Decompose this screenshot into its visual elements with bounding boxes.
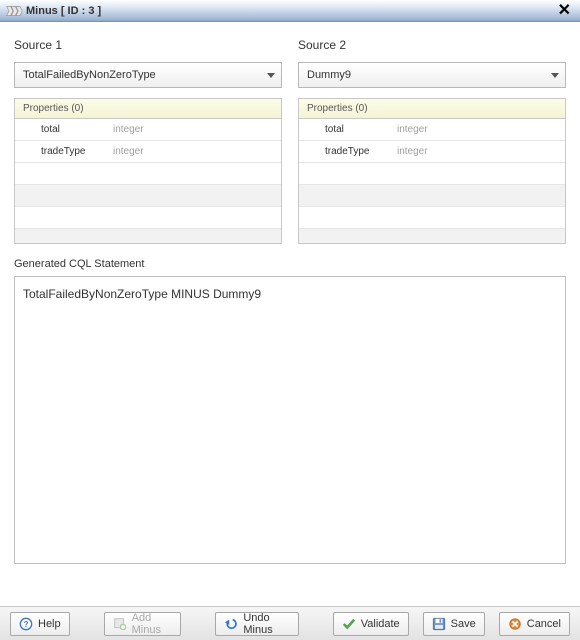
add-minus-label: Add Minus (132, 612, 173, 636)
cancel-icon (508, 617, 522, 631)
source-1-column: Source 1 TotalFailedByNonZeroType Proper… (14, 38, 282, 244)
property-row-empty: .. (15, 207, 281, 229)
source-1-properties: Properties (0) total integer tradeType i… (14, 98, 282, 244)
undo-minus-label: Undo Minus (243, 612, 289, 636)
source-1-dropdown[interactable]: TotalFailedByNonZeroType (14, 62, 282, 88)
titlebar: Minus [ ID : 3 ] ✕ (0, 0, 580, 22)
source-2-label: Source 2 (298, 38, 566, 52)
chevron-down-icon (267, 73, 275, 78)
source-2-column: Source 2 Dummy9 Properties (0) total int… (298, 38, 566, 244)
window-title: Minus [ ID : 3 ] (26, 5, 101, 17)
undo-icon (224, 617, 238, 631)
property-type: integer (113, 146, 144, 157)
help-icon: ? (19, 617, 33, 631)
source-2-dropdown[interactable]: Dummy9 (298, 62, 566, 88)
help-label: Help (38, 618, 61, 630)
property-type: integer (397, 146, 428, 157)
chevron-down-icon (551, 73, 559, 78)
save-icon (432, 617, 446, 631)
property-row: tradeType integer (15, 141, 281, 163)
property-row-empty: .. (15, 163, 281, 185)
undo-minus-button[interactable]: Undo Minus (215, 612, 298, 636)
property-name: tradeType (41, 146, 113, 157)
footer-toolbar: ? Help Add Minus Undo Minus Validate Sav… (0, 606, 580, 640)
source-2-properties: Properties (0) total integer tradeType i… (298, 98, 566, 244)
help-button[interactable]: ? Help (10, 612, 70, 636)
property-row: tradeType integer (299, 141, 565, 163)
property-row-empty: .. (299, 229, 565, 243)
property-row-empty: .. (299, 185, 565, 207)
generated-cql-label: Generated CQL Statement (14, 258, 566, 270)
property-row-empty: .. (15, 185, 281, 207)
generated-cql-box[interactable]: TotalFailedByNonZeroType MINUS Dummy9 (14, 276, 566, 564)
property-type: integer (113, 124, 144, 135)
source-1-properties-header: Properties (0) (15, 99, 281, 119)
property-row-empty: .. (299, 207, 565, 229)
validate-label: Validate (361, 618, 400, 630)
validate-button[interactable]: Validate (333, 612, 409, 636)
property-name: total (325, 124, 397, 135)
save-button[interactable]: Save (423, 612, 485, 636)
source-2-selected: Dummy9 (307, 69, 545, 81)
cancel-label: Cancel (527, 618, 561, 630)
add-icon (113, 617, 127, 631)
svg-text:?: ? (24, 620, 29, 629)
property-row-empty: .. (15, 229, 281, 243)
add-minus-button: Add Minus (104, 612, 182, 636)
generated-cql-text: TotalFailedByNonZeroType MINUS Dummy9 (23, 287, 261, 301)
property-row: total integer (15, 119, 281, 141)
property-name: total (41, 124, 113, 135)
property-row: total integer (299, 119, 565, 141)
source-1-selected: TotalFailedByNonZeroType (23, 69, 261, 81)
property-type: integer (397, 124, 428, 135)
check-icon (342, 617, 356, 631)
source-1-label: Source 1 (14, 38, 282, 52)
cancel-button[interactable]: Cancel (499, 612, 570, 636)
dialog-content: Source 1 TotalFailedByNonZeroType Proper… (0, 22, 580, 572)
source-2-properties-header: Properties (0) (299, 99, 565, 119)
property-row-empty: .. (299, 163, 565, 185)
minus-dialog-icon (6, 4, 22, 18)
close-icon[interactable]: ✕ (555, 3, 574, 19)
property-name: tradeType (325, 146, 397, 157)
save-label: Save (451, 618, 476, 630)
